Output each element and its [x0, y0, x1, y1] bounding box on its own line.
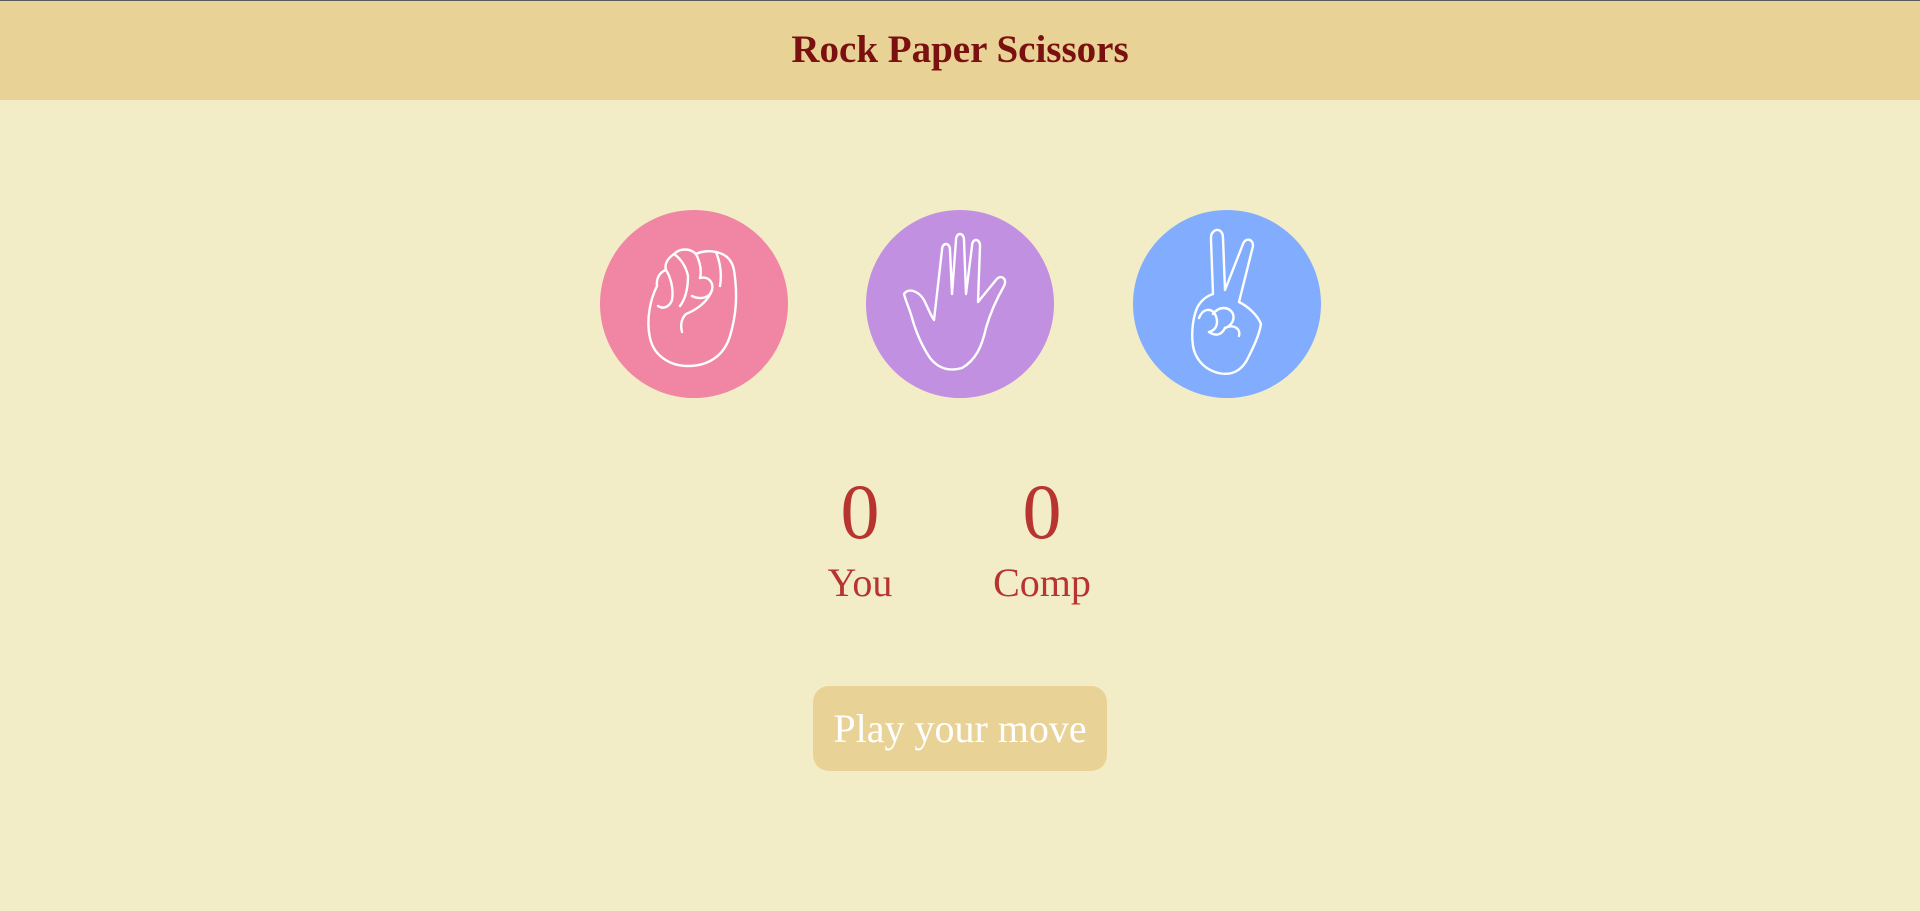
comp-score: 0 Comp: [962, 470, 1122, 606]
choices-container: [0, 210, 1920, 398]
paper-choice-button[interactable]: [866, 210, 1054, 398]
rock-choice-button[interactable]: [600, 210, 788, 398]
comp-score-value: 0: [1022, 468, 1062, 555]
score-board: 0 You 0 Comp: [0, 470, 1920, 610]
header-bar: Rock Paper Scissors: [0, 0, 1920, 100]
user-score-label: You: [827, 560, 893, 605]
message-box: Play your move: [813, 686, 1107, 771]
scissors-choice-button[interactable]: [1133, 210, 1321, 398]
comp-score-label: Comp: [993, 560, 1091, 605]
page-title: Rock Paper Scissors: [791, 27, 1129, 71]
open-hand-icon: [866, 210, 1054, 398]
user-score: 0 You: [780, 470, 940, 606]
peace-hand-icon: [1133, 210, 1321, 398]
user-score-value: 0: [840, 468, 880, 555]
fist-icon: [600, 210, 788, 398]
